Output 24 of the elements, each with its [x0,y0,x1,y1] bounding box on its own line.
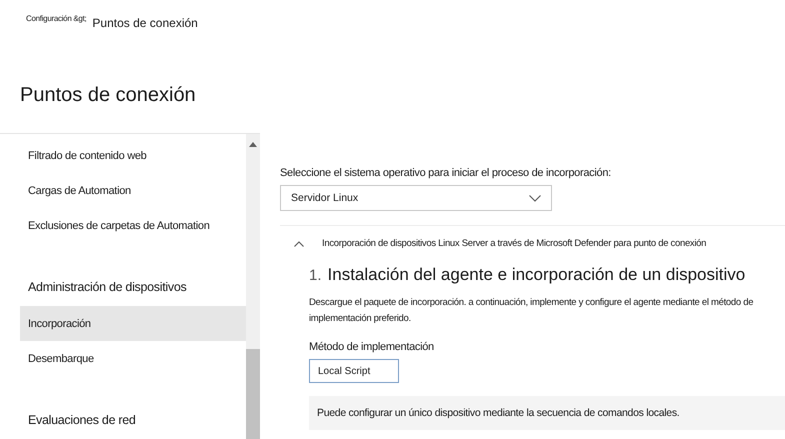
chevron-up-icon [294,240,304,246]
step-title: Instalación del agente e incorporación de un dispositivo [328,265,746,285]
scrollbar-thumb[interactable] [246,349,260,439]
step-description: Descargue el paquete de incorporación. a continuación, implemente y configure el agente mediante el método de implementación preferido. [309,296,754,326]
method-field[interactable]: Local Script [309,359,399,383]
accordion-header[interactable]: Incorporación de dispositivos Linux Server a través de Microsoft Defender para punto de conexión [294,238,785,249]
nav-item[interactable]: Cargas de Automation [20,173,246,208]
nav-item[interactable]: Exclusiones de carpetas de Automation [20,208,246,244]
nav-item[interactable]: Filtrado de contenido web [20,138,246,174]
scrollbar[interactable] [246,134,260,439]
os-select[interactable]: Servidor Linux [280,185,552,211]
nav-section-header[interactable]: Administración de dispositivos [20,267,246,306]
nav-section-header[interactable]: Evaluaciones de red [20,400,246,439]
nav-item[interactable]: Desembarque [20,341,246,376]
nav-item[interactable]: Incorporación [20,306,246,342]
info-message: Puede configurar un único dispositivo mediante la secuencia de comandos locales. [309,396,785,430]
os-select-label: Seleccione el sistema operativo para iniciar el proceso de incorporación: [280,167,612,179]
breadcrumb-parent[interactable]: Configuración &gt; [26,14,86,23]
step-number: 1. [309,267,322,284]
method-label: Método de implementación [309,341,435,353]
breadcrumb-current: Puntos de conexión [92,16,198,30]
chevron-down-icon [529,194,541,202]
scroll-up-icon[interactable] [249,142,257,147]
page-title: Puntos de conexión [20,84,197,108]
